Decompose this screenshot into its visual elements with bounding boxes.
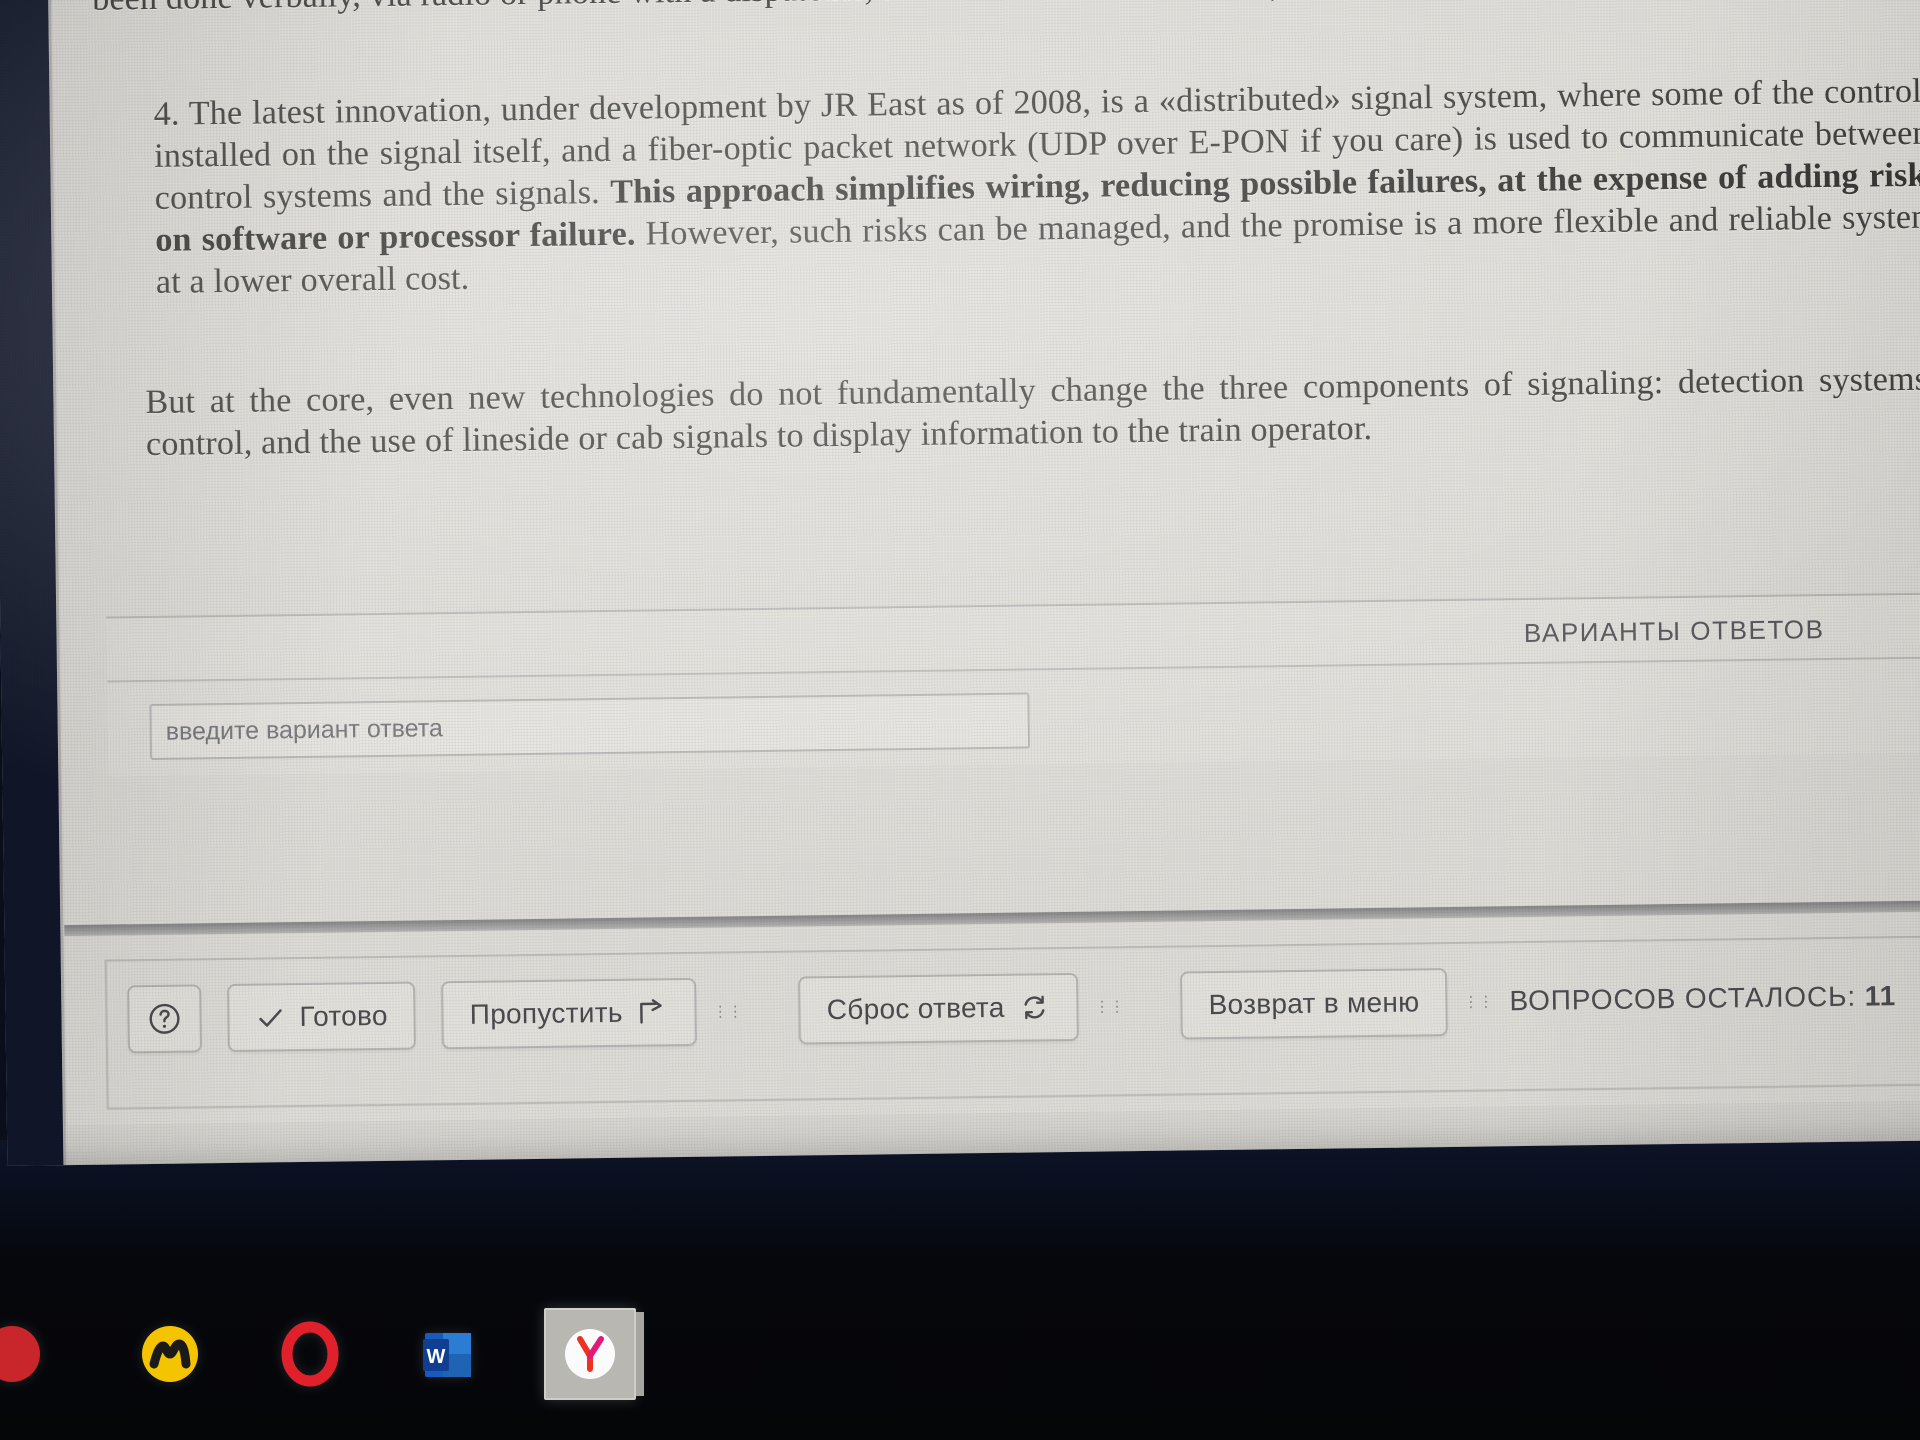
passage-paragraph-core: But at the core, even new technologies d… — [145, 359, 1920, 464]
skip-button[interactable]: Пропустить — [441, 977, 698, 1050]
windows-taskbar: W — [0, 1290, 1920, 1440]
monitor-photograph: been done verbally, via radio or phone w… — [0, 0, 1920, 1440]
toolbar-drag-handle-3[interactable]: ⋮ ⋮ — [1463, 978, 1493, 1024]
taskbar-item-yellow-mark[interactable] — [124, 1308, 216, 1400]
toolbar-gap-6 — [1123, 1006, 1181, 1007]
quiz-page: been done verbally, via radio or phone w… — [51, 0, 1920, 1126]
back-to-menu-button[interactable]: Возврат в меню — [1180, 968, 1448, 1040]
taskbar-item-yandex-browser[interactable] — [544, 1308, 644, 1400]
skip-button-label: Пропустить — [469, 996, 623, 1030]
answers-section-title: ВАРИАНТЫ ОТВЕТОВ — [1523, 614, 1825, 649]
answers-divider — [107, 656, 1920, 683]
toolbar-separator — [64, 899, 1920, 937]
question-mark-circle-icon — [149, 1003, 180, 1034]
answer-input-wrapper[interactable] — [149, 692, 1031, 760]
taskbar-item-microsoft-word[interactable]: W — [404, 1308, 496, 1400]
partial-red-app-icon — [0, 1326, 40, 1382]
screen-surface: been done verbally, via radio or phone w… — [0, 0, 1920, 1166]
questions-left-count: 11 — [1864, 980, 1897, 1012]
refresh-icon — [1024, 995, 1045, 1020]
taskbar-item-opera-browser[interactable] — [264, 1308, 356, 1400]
skip-arrow-icon — [640, 999, 663, 1024]
passage-paragraph-continued: been done verbally, via radio or phone w… — [92, 0, 1920, 21]
svg-text:W: W — [427, 1346, 446, 1368]
taskbar-icon-row: W — [0, 1308, 644, 1400]
done-button-label: Готово — [299, 999, 388, 1033]
answer-input[interactable] — [151, 706, 1028, 747]
reset-answer-button-label: Сброс ответа — [826, 991, 1005, 1026]
answers-section: ВАРИАНТЫ ОТВЕТОВ — [106, 592, 1920, 777]
toolbar-gap-4 — [741, 1011, 799, 1012]
yandex-browser-icon — [565, 1329, 615, 1379]
back-to-menu-button-label: Возврат в меню — [1208, 986, 1420, 1021]
quiz-toolbar-row: Готово Пропустить ⋮ ⋮ Сброс ответа ⋮ ⋮ В… — [127, 954, 1897, 1061]
yellow-circle-m-icon — [142, 1326, 198, 1382]
done-button[interactable]: Готово — [227, 981, 417, 1053]
questions-left-label: ВОПРОСОВ ОСТАЛОСЬ: — [1509, 980, 1857, 1017]
toolbar-drag-handle-2[interactable]: ⋮ ⋮ — [1094, 983, 1124, 1029]
microsoft-word-icon: W — [423, 1333, 471, 1377]
opera-browser-icon — [281, 1321, 339, 1387]
check-icon — [259, 1009, 282, 1027]
taskbar-item-app-partial-red[interactable] — [0, 1308, 76, 1400]
toolbar-drag-handle-1[interactable]: ⋮ ⋮ — [713, 988, 743, 1034]
help-button[interactable] — [127, 984, 202, 1054]
questions-left-status: ВОПРОСОВ ОСТАЛОСЬ: 11 — [1509, 980, 1896, 1017]
reset-answer-button[interactable]: Сброс ответа — [798, 972, 1080, 1045]
passage-paragraph-4: 4. The latest innovation, under developm… — [153, 69, 1920, 304]
quiz-toolbar: Готово Пропустить ⋮ ⋮ Сброс ответа ⋮ ⋮ В… — [104, 935, 1920, 1110]
